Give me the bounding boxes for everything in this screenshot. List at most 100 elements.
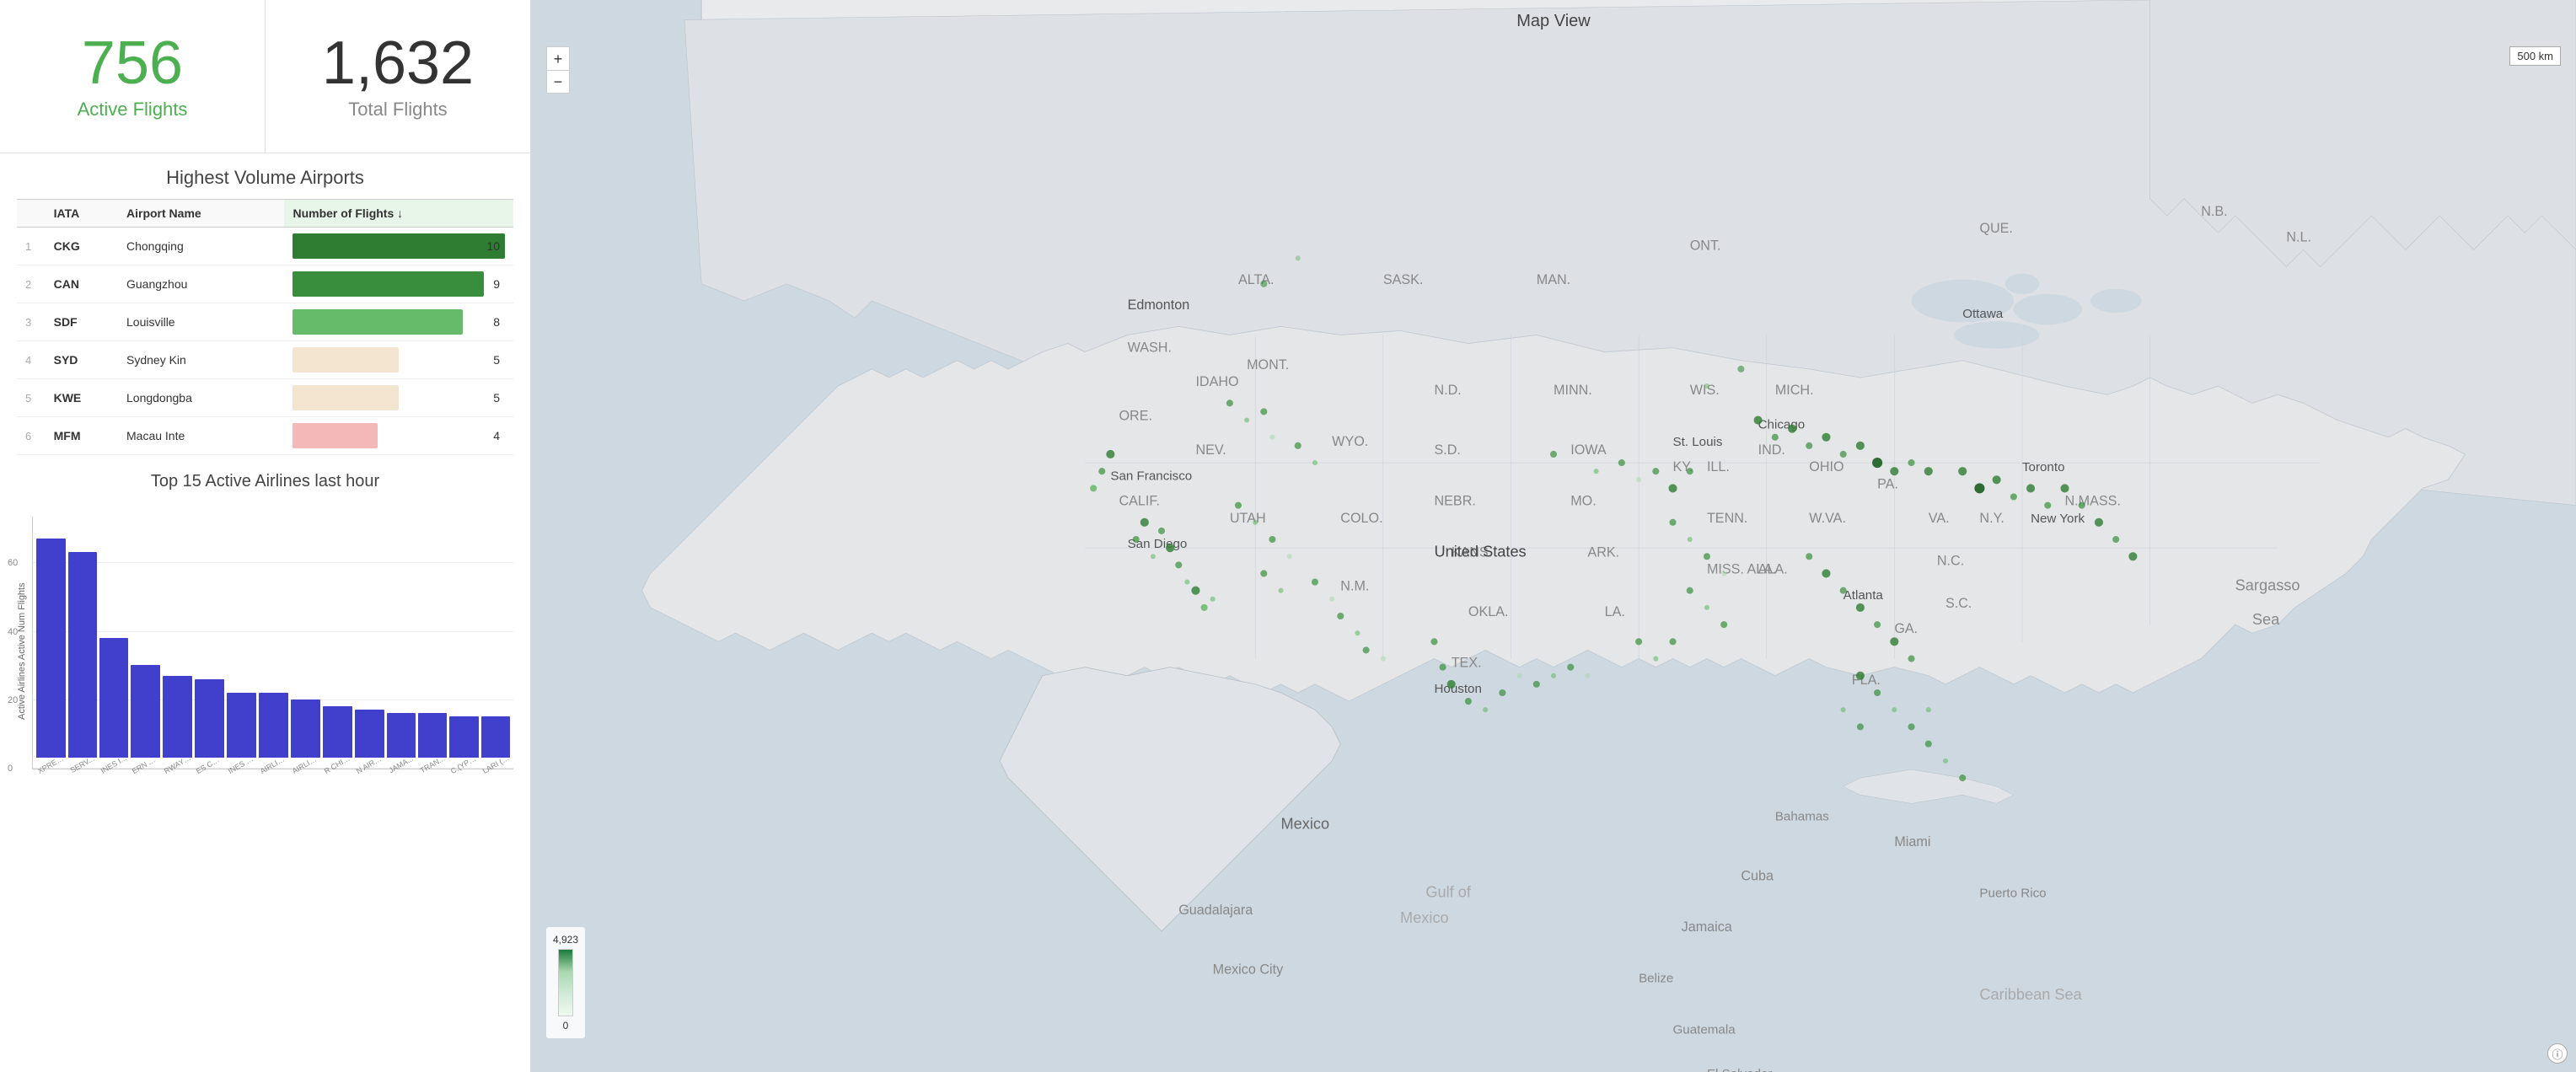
list-item: XPRESS... bbox=[36, 517, 66, 769]
svg-text:OHIO: OHIO bbox=[1809, 459, 1843, 474]
airlines-chart: Active Airlines Active Num Flights 02040… bbox=[17, 500, 513, 769]
svg-text:MO.: MO. bbox=[1570, 494, 1597, 509]
svg-text:TENN.: TENN. bbox=[1707, 511, 1747, 526]
map-scale-label: 500 km bbox=[2509, 46, 2561, 66]
list-item: JAMA... bbox=[387, 517, 416, 769]
svg-text:Mexico: Mexico bbox=[1400, 909, 1449, 926]
table-row: 5 KWE Longdongba 5 bbox=[17, 379, 513, 417]
svg-text:Bahamas: Bahamas bbox=[1775, 810, 1829, 824]
row-number: 2 bbox=[17, 265, 46, 303]
svg-text:Jamaica: Jamaica bbox=[1682, 919, 1732, 935]
svg-text:Guadalajara: Guadalajara bbox=[1178, 903, 1253, 918]
svg-text:St. Louis: St. Louis bbox=[1673, 435, 1723, 449]
bar-column bbox=[291, 699, 320, 758]
row-number: 3 bbox=[17, 303, 46, 341]
row-number: 1 bbox=[17, 228, 46, 265]
row-iata: CKG bbox=[46, 228, 118, 265]
svg-text:Sea: Sea bbox=[2252, 611, 2280, 628]
svg-text:United States: United States bbox=[1434, 543, 1526, 560]
row-number: 4 bbox=[17, 341, 46, 379]
map-legend: 4,923 0 bbox=[546, 927, 585, 1038]
row-flights-bar: 9 bbox=[284, 265, 513, 303]
bar-column bbox=[195, 679, 224, 758]
map-panel: Map View + − 500 km bbox=[531, 0, 2576, 1072]
svg-text:San Francisco: San Francisco bbox=[1110, 469, 1192, 483]
svg-text:IDAHO: IDAHO bbox=[1195, 374, 1238, 389]
row-number: 6 bbox=[17, 417, 46, 455]
svg-text:FLA.: FLA. bbox=[1852, 673, 1881, 688]
stats-row: 756 Active Flights 1,632 Total Flights bbox=[0, 0, 530, 153]
bar-column bbox=[68, 552, 97, 758]
row-flights-bar: 5 bbox=[284, 379, 513, 417]
grid-label: 60 bbox=[8, 558, 18, 568]
airports-title: Highest Volume Airports bbox=[17, 167, 513, 189]
bar-column bbox=[418, 713, 447, 758]
svg-text:VA.: VA. bbox=[1929, 511, 1950, 526]
svg-text:MAN.: MAN. bbox=[1537, 272, 1570, 287]
row-iata: SYD bbox=[46, 341, 118, 379]
svg-text:Caribbean Sea: Caribbean Sea bbox=[1979, 986, 2082, 1003]
row-flights-bar: 4 bbox=[284, 417, 513, 455]
col-flights-header[interactable]: Number of Flights ↓ bbox=[284, 200, 513, 228]
zoom-out-button[interactable]: − bbox=[546, 70, 570, 94]
svg-text:CALIF.: CALIF. bbox=[1119, 494, 1159, 509]
bar-column bbox=[99, 638, 128, 758]
row-airport-name: Guangzhou bbox=[118, 265, 284, 303]
airports-table: IATA Airport Name Number of Flights ↓ 1 … bbox=[17, 199, 513, 455]
svg-text:N.M.: N.M. bbox=[1340, 579, 1369, 594]
bar-column bbox=[131, 665, 160, 758]
col-iata-header: IATA bbox=[46, 200, 118, 228]
row-airport-name: Louisville bbox=[118, 303, 284, 341]
list-item: INES I... bbox=[99, 517, 128, 769]
table-row: 4 SYD Sydney Kin 5 bbox=[17, 341, 513, 379]
svg-text:N.Y.: N.Y. bbox=[1979, 511, 2004, 526]
row-flights-bar: 8 bbox=[284, 303, 513, 341]
map-info-button[interactable]: ⓘ bbox=[2547, 1043, 2568, 1064]
y-axis-label: Active Airlines Active Num Flights bbox=[17, 533, 27, 769]
bar-column bbox=[163, 676, 192, 758]
legend-gradient bbox=[558, 949, 573, 1016]
list-item: RWAYS... bbox=[163, 517, 192, 769]
svg-text:N.C.: N.C. bbox=[1937, 553, 1964, 568]
list-item: R CHINA bbox=[323, 517, 352, 769]
svg-text:IOWA: IOWA bbox=[1570, 442, 1607, 458]
zoom-in-button[interactable]: + bbox=[546, 46, 570, 70]
row-flights-bar: 10 bbox=[284, 228, 513, 265]
svg-text:ORE.: ORE. bbox=[1119, 409, 1152, 424]
table-row: 3 SDF Louisville 8 bbox=[17, 303, 513, 341]
legend-min-label: 0 bbox=[553, 1020, 578, 1032]
total-flights-label: Total Flights bbox=[348, 99, 447, 121]
map-controls[interactable]: + − bbox=[546, 46, 570, 94]
svg-text:PA.: PA. bbox=[1877, 476, 1898, 491]
row-flights-bar: 5 bbox=[284, 341, 513, 379]
list-item: N AIRLI... bbox=[355, 517, 384, 769]
active-flights-number: 756 bbox=[82, 33, 183, 94]
bar-column bbox=[36, 539, 66, 758]
map-title: Map View bbox=[1516, 12, 1590, 31]
row-iata: KWE bbox=[46, 379, 118, 417]
row-number: 5 bbox=[17, 379, 46, 417]
svg-text:Gulf of: Gulf of bbox=[1425, 884, 1472, 901]
table-row: 2 CAN Guangzhou 9 bbox=[17, 265, 513, 303]
svg-text:Sargasso: Sargasso bbox=[2235, 577, 2300, 594]
svg-text:WASH.: WASH. bbox=[1128, 340, 1172, 356]
grid-label: 20 bbox=[8, 695, 18, 705]
bar-column bbox=[387, 713, 416, 758]
total-flights-number: 1,632 bbox=[322, 33, 474, 94]
svg-text:TEX.: TEX. bbox=[1452, 656, 1482, 671]
svg-text:ILL.: ILL. bbox=[1707, 459, 1730, 474]
airports-body: 1 CKG Chongqing 10 2 CAN Guangzhou 9 3 S… bbox=[17, 228, 513, 455]
row-airport-name: Longdongba bbox=[118, 379, 284, 417]
svg-text:COLO.: COLO. bbox=[1340, 511, 1382, 526]
svg-text:OKLA.: OKLA. bbox=[1468, 604, 1509, 619]
svg-text:El Salvador: El Salvador bbox=[1707, 1067, 1773, 1072]
list-item: C.(YPS... bbox=[449, 517, 479, 769]
row-airport-name: Sydney Kin bbox=[118, 341, 284, 379]
list-item: AIRLINES bbox=[259, 517, 288, 769]
bar-column bbox=[481, 716, 511, 758]
chart-grid: 0204060XPRESS...SERV...INES I...ERN AI..… bbox=[32, 517, 513, 769]
svg-text:N.D.: N.D. bbox=[1434, 383, 1461, 398]
chart-inner: 0204060XPRESS...SERV...INES I...ERN AI..… bbox=[32, 517, 513, 769]
svg-text:Cuba: Cuba bbox=[1741, 868, 1774, 883]
bar-column bbox=[355, 710, 384, 758]
